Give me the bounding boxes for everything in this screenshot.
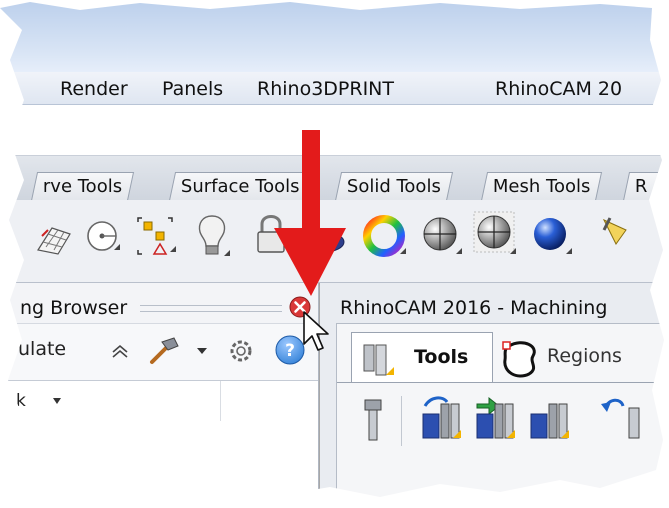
tab-r-label: R	[634, 176, 648, 197]
mouse-cursor-icon	[303, 311, 329, 351]
tab-tools-label: Tools	[414, 346, 469, 368]
sphere-render-icon[interactable]	[530, 214, 574, 258]
toolbar-separator	[401, 396, 402, 446]
rhinocam-panel-title: RhinoCAM 2016 - Machining	[340, 297, 608, 319]
tab-regions-label: Regions	[547, 345, 622, 367]
browser-tree[interactable]	[0, 421, 318, 497]
menu-rhinocam[interactable]: RhinoCAM 20	[495, 78, 622, 100]
regions-icon	[502, 341, 536, 378]
tab-solid-tools-label: Solid Tools	[346, 176, 441, 197]
column-sort-arrow-icon[interactable]	[52, 397, 62, 405]
color-wheel-icon[interactable]	[362, 214, 406, 258]
screenshot: Render Panels Rhino3DPRINT RhinoCAM 20 r…	[0, 2, 664, 497]
sphere-wire-icon[interactable]	[420, 214, 464, 258]
browser-panel-title: ng Browser	[20, 297, 128, 319]
menu-bar: Render Panels Rhino3DPRINT RhinoCAM 20	[0, 72, 664, 105]
tool-library-green-icon[interactable]	[471, 394, 517, 444]
tab-tools[interactable]: Tools	[351, 332, 493, 383]
tab-divider	[337, 382, 664, 383]
spotlight-icon[interactable]	[596, 210, 640, 254]
tool-library-save-icon[interactable]	[525, 394, 571, 444]
grid-icon[interactable]	[34, 220, 74, 256]
tab-curve-tools-label: rve Tools	[42, 176, 123, 197]
annotation-arrow	[274, 130, 346, 296]
browser-toolbar-text: ulate	[18, 338, 67, 360]
sphere-grid-icon[interactable]	[472, 210, 520, 260]
gear-icon[interactable]	[226, 336, 256, 366]
double-chevron-up-icon[interactable]	[110, 342, 130, 360]
menu-render[interactable]: Render	[60, 78, 128, 100]
browser-panel: ng Browser ulate ? k	[0, 283, 319, 497]
tab-regions[interactable]: Regions	[493, 332, 664, 382]
tool-library-blue-icon[interactable]	[417, 394, 463, 444]
tool-icon[interactable]	[361, 398, 385, 444]
menu-panels[interactable]: Panels	[162, 78, 223, 100]
browser-toolbar: ulate ?	[0, 323, 318, 381]
column-header[interactable]: k	[16, 391, 26, 411]
svg-text:?: ?	[285, 341, 295, 361]
panel-grip[interactable]	[140, 305, 282, 312]
tab-mesh-tools[interactable]: Mesh Tools	[480, 172, 603, 201]
circle-point-icon[interactable]	[82, 216, 124, 256]
dropdown-arrow-icon[interactable]	[196, 346, 208, 356]
tab-mesh-tools-label: Mesh Tools	[492, 176, 591, 197]
lightbulb-icon[interactable]	[192, 212, 232, 260]
undo-tool-icon[interactable]	[599, 394, 645, 444]
tab-solid-tools[interactable]: Solid Tools	[334, 172, 454, 201]
rhinocam-content: Tools Regions	[336, 323, 664, 497]
menu-rhino3dprint[interactable]: Rhino3DPRINT	[257, 78, 394, 100]
hammer-icon[interactable]	[146, 334, 186, 368]
column-header-row: k	[0, 381, 318, 497]
polygon-points-icon[interactable]	[134, 214, 178, 258]
tools-icon	[363, 344, 394, 376]
tab-curve-tools[interactable]: rve Tools	[30, 172, 135, 201]
title-bar	[0, 2, 664, 72]
tab-r[interactable]: R	[622, 172, 660, 201]
rhinocam-panel: RhinoCAM 2016 - Machining Tools Regions	[320, 283, 664, 497]
